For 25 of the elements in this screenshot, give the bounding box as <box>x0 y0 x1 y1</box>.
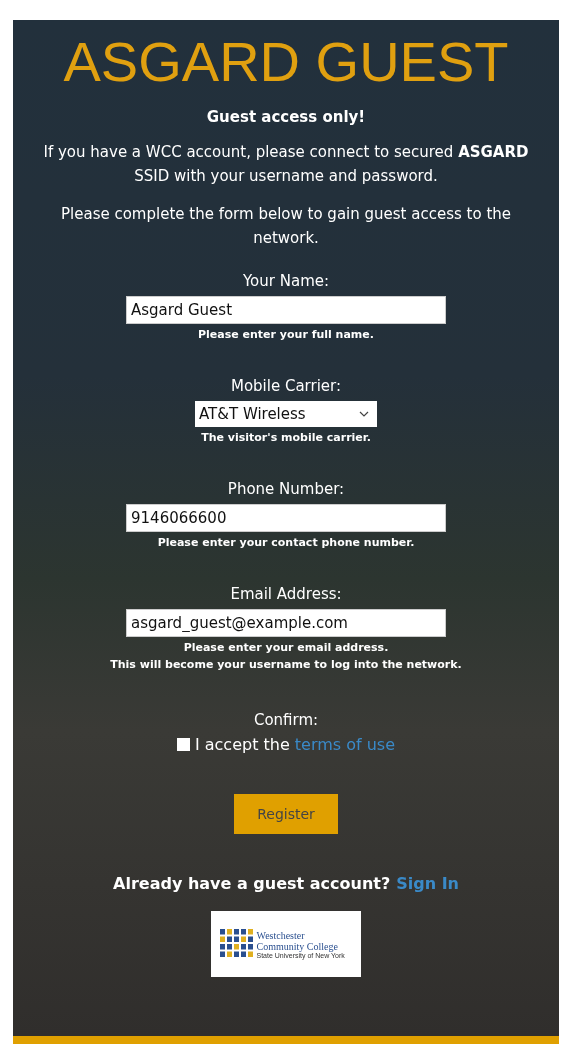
register-button[interactable]: Register <box>234 794 338 834</box>
checkbox[interactable] <box>176 738 190 751</box>
input-field[interactable]: 9146066600 <box>126 504 446 532</box>
instructions-text: Please complete the form below to gain guest access to the network. <box>60 204 512 249</box>
signin-prompt: Already have a guest account? <box>113 874 391 893</box>
logo-name: Westchester Community College <box>256 929 338 952</box>
field-label: Mobile Carrier: <box>230 377 342 395</box>
help-text: Please enter your contact phone number. <box>157 536 415 549</box>
help-text: Please enter your email address. <box>183 641 389 654</box>
field-label: Your Name: <box>242 272 330 290</box>
notice-text: Guest access only! <box>206 108 366 126</box>
intro-text: If you have a WCC account, please connect to secured ASGARD SSID with your username and password. <box>42 142 530 187</box>
field-label: Phone Number: <box>227 480 345 498</box>
input-field[interactable]: asgard_guest@example.com <box>126 609 446 637</box>
chevron-icon <box>359 411 369 417</box>
logo-grid-icon <box>219 929 254 959</box>
help-text: Please enter your full name. <box>198 328 374 341</box>
page-title: ASGARD GUEST <box>63 30 509 94</box>
help-text: This will become your username to log into the network. <box>110 658 462 671</box>
confirm-label: Confirm: <box>253 711 319 729</box>
field-label: Email Address: <box>230 585 342 603</box>
input-field[interactable]: Asgard Guest <box>126 296 446 324</box>
accept-text: I accept the <box>194 735 290 754</box>
dropdown[interactable]: AT&T Wireless <box>195 401 377 427</box>
help-text: The visitor's mobile carrier. <box>201 431 371 444</box>
